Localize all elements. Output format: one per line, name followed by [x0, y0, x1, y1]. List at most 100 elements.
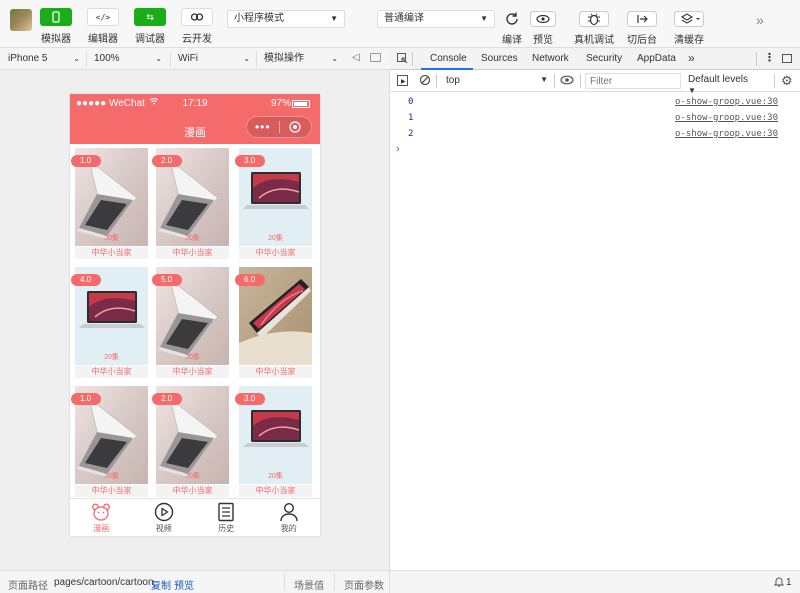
cartoon-card[interactable]: 2.0 20集 中华小当家: [152, 386, 229, 498]
eye-icon: [528, 9, 558, 29]
card-title: 中华小当家: [239, 247, 312, 259]
tab-security[interactable]: Security: [586, 53, 622, 64]
more-dots-icon[interactable]: •••: [247, 120, 279, 134]
episode-count: 20集: [104, 235, 119, 242]
cartoon-card[interactable]: 1.0 20集 中华小当家: [71, 386, 148, 498]
context-value: top: [446, 75, 460, 86]
menu-capsule: •••: [246, 116, 312, 138]
caret-down-icon: ▼: [688, 86, 696, 95]
divider: [436, 74, 437, 88]
network-select[interactable]: WiFi ⌄: [178, 51, 250, 67]
simulator-button[interactable]: 模拟器: [39, 8, 73, 45]
cartoon-card[interactable]: 2.0 20集 中华小当家: [152, 148, 229, 260]
card-title: 中华小当家: [75, 366, 148, 378]
console-log-line: 0 o-show-groop.vue:30: [390, 95, 800, 110]
copy-link[interactable]: 复制: [151, 577, 171, 592]
user-avatar[interactable]: [10, 9, 32, 31]
log-source-link[interactable]: o-show-groop.vue:30: [675, 113, 778, 123]
network-value: WiFi: [178, 53, 198, 64]
eye-icon[interactable]: [560, 75, 574, 88]
tab-history[interactable]: 历史: [195, 499, 258, 536]
episode-count: 20集: [104, 473, 119, 480]
debugger-button[interactable]: ⇆ 调试器: [133, 8, 167, 45]
rating-badge: 4.0: [71, 274, 101, 286]
device-select[interactable]: iPhone 5 ⌄: [8, 51, 80, 67]
tab-label: 视频: [155, 524, 172, 533]
preview-label: 预览: [533, 35, 553, 46]
log-source-link[interactable]: o-show-groop.vue:30: [675, 97, 778, 107]
window-icon[interactable]: [370, 53, 381, 62]
cartoon-card[interactable]: 1.0 20集 中华小当家: [71, 148, 148, 260]
tab-network[interactable]: Network: [532, 53, 569, 64]
log-value: 0: [408, 97, 414, 107]
chevron-down-icon: ⌄: [243, 54, 250, 63]
page-path: pages/cartoon/cartoon: [54, 577, 154, 588]
cartoon-card[interactable]: 3.0 20集 中华小当家: [235, 386, 312, 498]
mute-icon[interactable]: ◁: [352, 52, 360, 63]
divider: [774, 74, 775, 88]
layers-icon: [672, 9, 706, 29]
mode-select[interactable]: 小程序模式 ▼: [227, 10, 345, 28]
console-log-line: 1 o-show-groop.vue:30: [390, 111, 800, 126]
sidebar-toggle-icon[interactable]: ▶: [397, 75, 408, 86]
tab-label: 我的: [280, 524, 297, 533]
context-select[interactable]: top ▼: [442, 73, 548, 89]
compile-label: 编译: [502, 35, 522, 46]
levels-select[interactable]: Default levels ▼: [688, 74, 758, 95]
scene-button[interactable]: 场景值: [294, 577, 324, 592]
preview-button[interactable]: 预览: [528, 9, 558, 46]
background-button[interactable]: 切后台: [625, 9, 659, 46]
rating-badge: 3.0: [235, 155, 265, 167]
divider: [86, 51, 87, 67]
switch-background-icon: [625, 9, 659, 29]
bell-icon[interactable]: [773, 576, 785, 590]
more-icon[interactable]: »: [756, 12, 764, 28]
chevron-down-icon: ⌄: [73, 54, 80, 63]
compile-button[interactable]: 编译: [497, 9, 527, 46]
path-label: 页面路径: [8, 581, 48, 592]
status-footer: 页面路径 pages/cartoon/cartoon 复制 预览 场景值 页面参…: [0, 570, 800, 593]
filter-input[interactable]: [585, 73, 681, 89]
tab-video[interactable]: 视频: [133, 499, 196, 536]
console-toolbar: ▶ top ▼ Default levels ▼ ⚙: [390, 70, 800, 95]
compile-mode-select[interactable]: 普通编译 ▼: [377, 10, 495, 28]
settings-gear-icon[interactable]: ⚙: [781, 73, 793, 89]
main-toolbar: 模拟器 </> 编辑器 ⇆ 调试器 云开发 小程序模式 ▼ 普通编译 ▼ 编译 …: [0, 0, 800, 48]
console-prompt[interactable]: ›: [396, 143, 400, 155]
tab-console[interactable]: Console: [430, 53, 467, 64]
page-params-button[interactable]: 页面参数: [344, 577, 384, 592]
tab-mine[interactable]: 我的: [258, 499, 321, 536]
log-source-link[interactable]: o-show-groop.vue:30: [675, 129, 778, 139]
refresh-icon: [497, 9, 527, 29]
undock-icon[interactable]: [782, 54, 792, 63]
cartoon-card[interactable]: 6.0 中华小当家: [235, 267, 312, 379]
debug-icon: ⇆: [134, 8, 166, 26]
more-tabs-icon[interactable]: »: [688, 51, 695, 65]
notification-count: 1: [786, 577, 792, 588]
kebab-menu-icon[interactable]: ⋮: [764, 51, 775, 64]
zoom-select[interactable]: 100% ⌄: [94, 51, 162, 67]
cloud-button[interactable]: 云开发: [180, 8, 214, 45]
clear-console-icon[interactable]: [419, 74, 431, 89]
tab-sources[interactable]: Sources: [481, 53, 518, 64]
rating-badge: 1.0: [71, 393, 101, 405]
tab-cartoon[interactable]: 漫画: [70, 499, 133, 536]
editor-button[interactable]: </> 编辑器: [86, 8, 120, 45]
remote-debug-button[interactable]: 真机调试: [574, 9, 614, 46]
cartoon-card[interactable]: 3.0 20集 中华小当家: [235, 148, 312, 260]
close-miniprogram-icon[interactable]: [280, 121, 312, 133]
cloud-icon: [181, 8, 213, 26]
operation-select[interactable]: 模拟操作 ⌄: [264, 51, 338, 67]
episode-count: 20集: [185, 235, 200, 242]
divider: [256, 51, 257, 67]
caret-down-icon: ▼: [480, 14, 488, 23]
divider: [580, 74, 581, 88]
preview-link[interactable]: 预览: [174, 577, 194, 592]
divider: [389, 571, 390, 593]
tab-label: 漫画: [93, 524, 110, 533]
cartoon-card[interactable]: 5.0 20集 中华小当家: [152, 267, 229, 379]
tab-appdata[interactable]: AppData: [637, 53, 676, 64]
clear-cache-button[interactable]: 清缓存: [672, 9, 706, 46]
cartoon-card[interactable]: 4.0 20集 中华小当家: [71, 267, 148, 379]
inspect-icon[interactable]: [397, 53, 408, 67]
